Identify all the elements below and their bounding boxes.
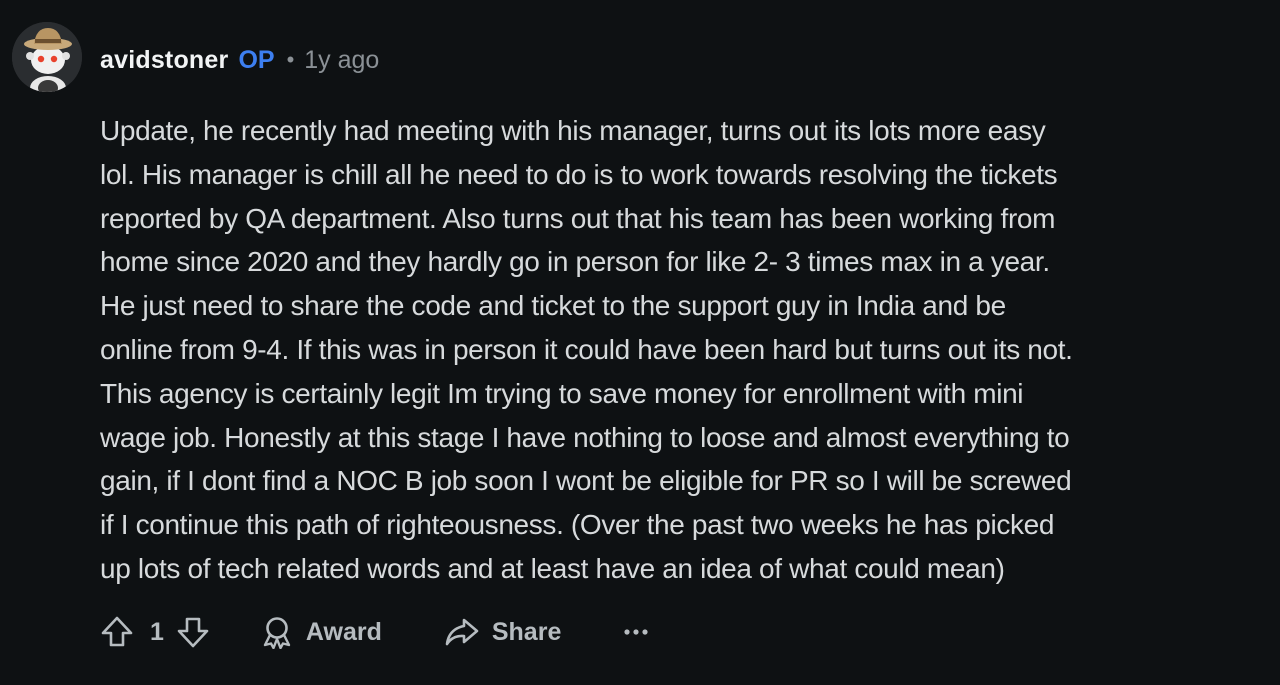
comment-line: online from 9-4. If this was in person i… [100, 333, 1073, 365]
comment-line: reported by QA department. Also turns ou… [100, 202, 1056, 234]
share-arrow-icon [445, 618, 479, 646]
comment-line: wage job. Honestly at this stage I have … [100, 421, 1070, 453]
ellipsis-icon [624, 629, 648, 635]
comment-line: gain, if I dont find a NOC B job soon I … [100, 465, 1072, 497]
comment-line: home since 2020 and they hardly go in pe… [100, 246, 1050, 278]
award-label: Award [305, 617, 382, 646]
more-options-button[interactable] [623, 627, 649, 637]
comment-line: lol. His manager is chill all he need to… [100, 158, 1058, 190]
share-label: Share [491, 617, 562, 646]
avatar[interactable] [12, 22, 82, 92]
comment-body: Update, he recently had meeting with his… [100, 109, 1270, 591]
separator-dot: • [286, 47, 295, 72]
share-button[interactable]: Share [444, 615, 561, 649]
comment-line: This agency is certainly legit Im trying… [100, 377, 1024, 409]
upvote-button[interactable] [100, 615, 134, 649]
username[interactable]: avidstoner [100, 46, 228, 75]
award-icon [263, 617, 291, 649]
comment-line: up lots of tech related words and at lea… [100, 552, 1005, 584]
comment-actions: 1 Award Share [100, 608, 649, 656]
downvote-button[interactable] [176, 615, 210, 649]
comment-line: Update, he recently had meeting with his… [100, 115, 1046, 146]
upvote-arrow-icon [101, 616, 133, 647]
comment-header: avidstoner OP • 1y ago [100, 42, 379, 78]
vote-count: 1 [150, 617, 164, 646]
snoo-avatar-icon [12, 22, 82, 92]
op-badge: OP [238, 45, 275, 74]
comment-line: if I continue this path of righteousness… [100, 509, 1055, 541]
comment-line: He just need to share the code and ticke… [100, 290, 1006, 322]
timestamp[interactable]: 1y ago [304, 46, 379, 75]
downvote-arrow-icon [177, 617, 209, 648]
award-button[interactable]: Award [260, 615, 382, 649]
